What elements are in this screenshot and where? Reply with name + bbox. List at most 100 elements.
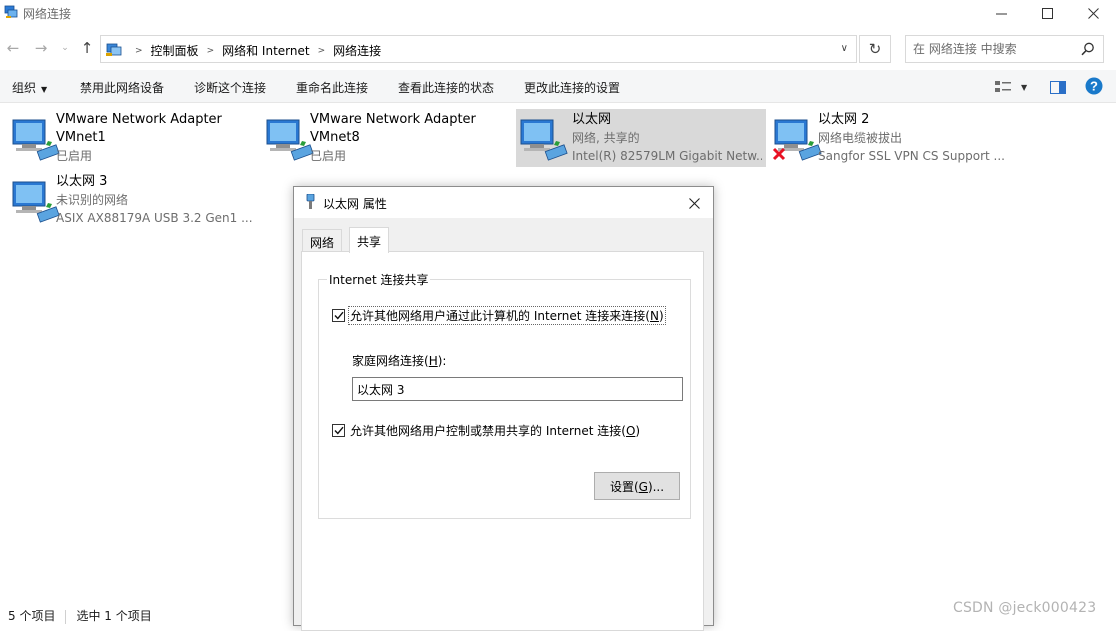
dialog-close-button[interactable] bbox=[682, 191, 706, 215]
settings-button[interactable]: 设置(G)... bbox=[594, 472, 680, 500]
chevron-right-icon: > bbox=[206, 45, 215, 56]
disable-device-button[interactable]: 禁用此网络设备 bbox=[80, 79, 164, 96]
network-connections-window: 网络连接 ← → ⌄ ↑ > 控制面板 > 网络和 Internet > 网络连… bbox=[0, 0, 1116, 631]
item-name: VMware Network Adapter bbox=[56, 112, 222, 127]
network-item-ethernet-2[interactable]: 以太网 2 网络电缆被拔出 Sangfor SSL VPN CS Support… bbox=[762, 109, 1012, 167]
navigation-bar: ← → ⌄ ↑ > 控制面板 > 网络和 Internet > 网络连接 ∨ ↻ bbox=[0, 33, 1116, 63]
item-subtitle: VMnet1 bbox=[56, 130, 106, 145]
tab-network[interactable]: 网络 bbox=[302, 229, 343, 253]
network-item-vmnet1[interactable]: VMware Network Adapter VMnet1 已启用 bbox=[0, 109, 250, 167]
chevron-right-icon: > bbox=[317, 45, 326, 56]
minimize-button[interactable] bbox=[978, 0, 1024, 26]
refresh-button[interactable]: ↻ bbox=[859, 35, 891, 63]
network-item-ethernet-3[interactable]: 以太网 3 未识别的网络 ASIX AX88179A USB 3.2 Gen1 … bbox=[0, 171, 262, 229]
selected-count: 选中 1 个项目 bbox=[76, 609, 152, 623]
breadcrumb-control-panel[interactable]: 控制面板 bbox=[151, 42, 199, 59]
item-name: 以太网 bbox=[572, 112, 612, 127]
help-icon: ? bbox=[1085, 77, 1103, 95]
view-options-icon bbox=[995, 81, 1011, 92]
preview-pane-button[interactable] bbox=[1050, 78, 1066, 96]
allow-control-checkbox[interactable] bbox=[332, 424, 345, 437]
item-subtitle: 未识别的网络 bbox=[56, 193, 129, 207]
window-title: 网络连接 bbox=[23, 7, 72, 21]
title-bar: 网络连接 bbox=[0, 0, 1116, 26]
allow-sharing-option[interactable]: 允许其他网络用户通过此计算机的 Internet 连接来连接(N) bbox=[332, 306, 666, 325]
item-name: 以太网 3 bbox=[56, 174, 108, 189]
command-bar: 组织 ▼ 禁用此网络设备 诊断这个连接 重命名此连接 查看此连接的状态 更改此连接… bbox=[0, 70, 1116, 103]
maximize-button[interactable] bbox=[1024, 0, 1070, 26]
watermark: CSDN @jeck000423 bbox=[953, 600, 1097, 616]
network-cable-icon bbox=[306, 194, 315, 209]
item-status: Sangfor SSL VPN CS Support ... bbox=[818, 149, 1005, 163]
refresh-icon: ↻ bbox=[868, 40, 882, 58]
organize-menu[interactable]: 组织 ▼ bbox=[12, 79, 47, 96]
home-network-field[interactable]: 以太网 3 bbox=[352, 377, 683, 401]
back-arrow-icon[interactable]: ← bbox=[4, 39, 22, 57]
checkmark-icon bbox=[333, 311, 344, 320]
home-network-label: 家庭网络连接(H): bbox=[352, 354, 447, 368]
allow-control-option[interactable]: 允许其他网络用户控制或禁用共享的 Internet 连接(O) bbox=[332, 421, 642, 440]
item-subtitle: 网络, 共享的 bbox=[572, 131, 640, 145]
allow-sharing-label: 允许其他网络用户通过此计算机的 Internet 连接来连接(N) bbox=[348, 306, 666, 325]
dialog-title-bar[interactable]: 以太网 属性 bbox=[294, 187, 713, 218]
search-icon[interactable] bbox=[1081, 42, 1095, 56]
item-name: VMware Network Adapter bbox=[310, 112, 476, 127]
status-divider bbox=[65, 609, 67, 624]
recent-locations-icon[interactable]: ⌄ bbox=[58, 39, 72, 57]
group-title: Internet 连接共享 bbox=[327, 271, 431, 288]
checkmark-icon bbox=[333, 426, 344, 435]
address-bar[interactable]: > 控制面板 > 网络和 Internet > 网络连接 ∨ bbox=[100, 35, 857, 63]
forward-arrow-icon[interactable]: → bbox=[32, 39, 50, 57]
view-status-button[interactable]: 查看此连接的状态 bbox=[398, 79, 494, 96]
item-status: ASIX AX88179A USB 3.2 Gen1 ... bbox=[56, 211, 253, 225]
organize-label: 组织 bbox=[12, 81, 37, 95]
item-text: 以太网 2 网络电缆被拔出 Sangfor SSL VPN CS Support… bbox=[818, 111, 1008, 165]
network-item-ethernet[interactable]: 以太网 网络, 共享的 Intel(R) 82579LM Gigabit Net… bbox=[516, 109, 766, 167]
up-arrow-icon[interactable]: ↑ bbox=[78, 39, 96, 57]
item-count: 5 个项目 bbox=[8, 609, 56, 623]
item-status: Intel(R) 82579LM Gigabit Netw... bbox=[572, 149, 762, 163]
view-dropdown-icon: ▼ bbox=[1021, 82, 1028, 92]
address-dropdown-icon[interactable]: ∨ bbox=[841, 43, 848, 54]
change-view-button[interactable]: ▼ bbox=[995, 78, 1027, 96]
dialog-title: 以太网 属性 bbox=[323, 197, 387, 211]
breadcrumb: > 控制面板 > 网络和 Internet > 网络连接 bbox=[127, 42, 381, 59]
close-icon bbox=[1087, 7, 1099, 19]
sharing-tab-panel: Internet 连接共享 允许其他网络用户通过此计算机的 Internet 连… bbox=[301, 251, 704, 631]
item-status: 已启用 bbox=[310, 149, 347, 163]
tab-sharing[interactable]: 共享 bbox=[349, 227, 390, 253]
network-adapter-icon bbox=[266, 119, 314, 161]
control-panel-icon bbox=[106, 43, 122, 56]
item-status: 已启用 bbox=[56, 149, 93, 163]
network-connections-icon bbox=[4, 5, 18, 18]
disconnected-x-icon bbox=[772, 147, 786, 161]
ethernet-properties-dialog: 以太网 属性 网络 共享 Internet 连接共享 允许其他网络用户通过此计算… bbox=[293, 186, 714, 631]
item-subtitle: VMnet8 bbox=[310, 130, 360, 145]
preview-pane-icon bbox=[1050, 80, 1066, 94]
chevron-right-icon: > bbox=[135, 45, 143, 56]
allow-control-label: 允许其他网络用户控制或禁用共享的 Internet 连接(O) bbox=[350, 424, 641, 438]
item-text: VMware Network Adapter VMnet1 已启用 bbox=[56, 111, 222, 165]
diagnose-connection-button[interactable]: 诊断这个连接 bbox=[194, 79, 266, 96]
close-button[interactable] bbox=[1070, 0, 1116, 26]
item-text: VMware Network Adapter VMnet8 已启用 bbox=[310, 111, 476, 165]
network-adapter-icon bbox=[12, 119, 60, 161]
status-bar: 5 个项目 选中 1 个项目 bbox=[8, 607, 152, 624]
help-button[interactable]: ? bbox=[1085, 77, 1103, 95]
svg-text:?: ? bbox=[1090, 79, 1098, 94]
breadcrumb-network-internet[interactable]: 网络和 Internet bbox=[222, 42, 309, 59]
internet-connection-sharing-group: Internet 连接共享 允许其他网络用户通过此计算机的 Internet 连… bbox=[318, 271, 691, 519]
item-text: 以太网 3 未识别的网络 ASIX AX88179A USB 3.2 Gen1 … bbox=[56, 173, 256, 227]
search-box[interactable] bbox=[905, 35, 1104, 63]
dropdown-arrow-icon: ▼ bbox=[41, 85, 48, 94]
allow-sharing-checkbox[interactable] bbox=[332, 309, 345, 322]
search-input[interactable] bbox=[907, 37, 1077, 61]
rename-connection-button[interactable]: 重命名此连接 bbox=[296, 79, 368, 96]
item-subtitle: 网络电缆被拔出 bbox=[818, 131, 903, 145]
network-item-vmnet8[interactable]: VMware Network Adapter VMnet8 已启用 bbox=[254, 109, 504, 167]
item-name: 以太网 2 bbox=[818, 112, 870, 127]
item-text: 以太网 网络, 共享的 Intel(R) 82579LM Gigabit Net… bbox=[572, 111, 762, 165]
minimize-icon bbox=[995, 13, 1007, 14]
change-settings-button[interactable]: 更改此连接的设置 bbox=[524, 79, 620, 96]
breadcrumb-network-connections[interactable]: 网络连接 bbox=[333, 42, 381, 59]
